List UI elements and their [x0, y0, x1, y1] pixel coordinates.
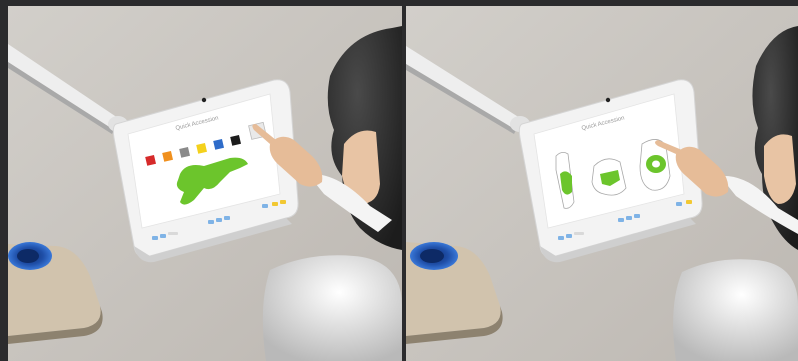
- left-scene-illustration: Quick Accession: [8, 6, 402, 361]
- shirt-shoulder: [262, 255, 402, 361]
- left-scene-panel: Quick Accession: [8, 6, 402, 361]
- camera-icon: [201, 97, 207, 103]
- shirt-shoulder: [673, 259, 798, 361]
- right-scene-illustration: Quick Accession: [406, 6, 798, 361]
- right-scene-panel: Quick Accession: [406, 6, 798, 361]
- option-card-2[interactable]: [591, 158, 627, 196]
- camera-icon: [605, 97, 611, 103]
